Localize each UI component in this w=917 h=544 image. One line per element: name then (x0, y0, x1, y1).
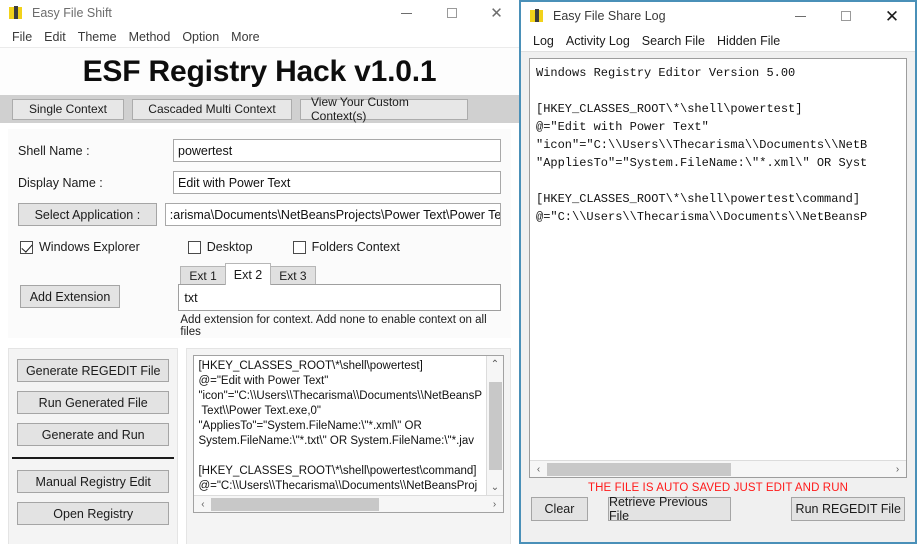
log-editor-text[interactable]: Windows Registry Editor Version 5.00 [HK… (530, 59, 906, 460)
button-divider (12, 457, 175, 459)
generate-and-run-button[interactable]: Generate and Run (17, 423, 170, 446)
screen: Easy File Shift ✕ File Edit Theme Method… (0, 0, 917, 544)
checkbox-desktop[interactable]: Desktop (187, 240, 253, 254)
log-horizontal-scrollbar[interactable]: ‹ › (530, 460, 906, 477)
page-title: ESF Registry Hack v1.0.1 (82, 54, 437, 88)
menu-file[interactable]: File (6, 29, 38, 45)
close-button[interactable]: ✕ (474, 0, 519, 26)
close-button[interactable]: ✕ (869, 2, 915, 30)
extension-left-col: Add Extension (18, 263, 178, 338)
run-generated-file-button[interactable]: Run Generated File (17, 391, 170, 414)
registry-preview-inner: [HKEY_CLASSES_ROOT\*\shell\powertest] @=… (194, 356, 503, 495)
context-checkboxes: Windows Explorer Desktop Folders Context (18, 233, 501, 261)
horizontal-scroll-thumb[interactable] (211, 497, 380, 511)
tab-cascaded-multi-context[interactable]: Cascaded Multi Context (132, 98, 292, 120)
right-titlebar: Easy File Share Log ✕ (521, 2, 915, 30)
app-icon (8, 5, 24, 21)
checkbox-desktop-label: Desktop (206, 240, 253, 254)
tab-ext-1[interactable]: Ext 1 (180, 266, 226, 285)
extension-right-col: Ext 1 Ext 2 Ext 3 txt Add extension for … (178, 263, 501, 338)
shell-name-label: Shell Name : (18, 143, 90, 158)
tab-ext-3[interactable]: Ext 3 (270, 266, 316, 285)
window-easy-file-shift: Easy File Shift ✕ File Edit Theme Method… (0, 0, 519, 544)
checkbox-windows-explorer-label: Windows Explorer (39, 240, 140, 254)
window-easy-file-share-log: Easy File Share Log ✕ Log Activity Log S… (519, 0, 917, 544)
display-name-row: Display Name : Edit with Power Text (18, 169, 501, 196)
scroll-up-arrow-icon[interactable]: ⌃ (487, 356, 504, 372)
scroll-left-arrow-icon[interactable]: ‹ (530, 461, 547, 478)
select-application-row: Select Application : :arisma\Documents\N… (18, 201, 501, 228)
open-registry-button[interactable]: Open Registry (17, 502, 170, 525)
registry-preview-wrap: [HKEY_CLASSES_ROOT\*\shell\powertest] @=… (186, 348, 511, 544)
extension-input[interactable]: txt (178, 284, 501, 311)
app-heading-area: ESF Registry Hack v1.0.1 (0, 48, 519, 95)
extension-hint-text: Add extension for context. Add none to e… (180, 314, 487, 338)
tab-single-context[interactable]: Single Context (12, 98, 124, 120)
preview-vertical-scrollbar[interactable]: ⌃ ⌄ (486, 356, 503, 495)
checkbox-icon-unchecked (292, 240, 306, 254)
left-window-body: ESF Registry Hack v1.0.1 Single Context … (0, 48, 519, 544)
right-window-body: Windows Registry Editor Version 5.00 [HK… (521, 52, 915, 542)
log-editor-inner: Windows Registry Editor Version 5.00 [HK… (530, 59, 906, 460)
tab-view-custom-contexts[interactable]: View Your Custom Context(s) (300, 95, 468, 123)
menu-edit[interactable]: Edit (38, 29, 72, 45)
checkbox-icon-checked (20, 240, 33, 254)
left-titlebar: Easy File Shift ✕ (0, 0, 519, 26)
checkbox-icon-unchecked (187, 240, 201, 254)
left-window-title: Easy File Shift (32, 6, 112, 20)
generate-regedit-file-button[interactable]: Generate REGEDIT File (17, 359, 170, 382)
log-editor-box: Windows Registry Editor Version 5.00 [HK… (529, 58, 907, 478)
preview-horizontal-scrollbar[interactable]: ‹ › (194, 495, 503, 512)
checkbox-folders-context-label: Folders Context (311, 240, 400, 254)
run-regedit-file-button[interactable]: Run REGEDIT File (791, 497, 905, 521)
registry-preview-box: [HKEY_CLASSES_ROOT\*\shell\powertest] @=… (193, 355, 504, 513)
action-button-column: Generate REGEDIT File Run Generated File… (8, 348, 179, 544)
application-path-input[interactable]: :arisma\Documents\NetBeansProjects\Power… (164, 203, 501, 226)
minimize-button[interactable] (777, 2, 823, 30)
scroll-down-arrow-icon[interactable]: ⌄ (487, 479, 504, 495)
left-window-controls: ✕ (384, 0, 519, 26)
select-application-button[interactable]: Select Application : (18, 203, 157, 226)
maximize-button[interactable] (823, 2, 869, 30)
menu-hidden-file[interactable]: Hidden File (711, 33, 786, 49)
minimize-button[interactable] (384, 0, 429, 26)
right-button-row: Clear Retrieve Previous File Run REGEDIT… (529, 495, 907, 523)
extension-tabs: Ext 1 Ext 2 Ext 3 (178, 263, 501, 285)
mode-tabstrip: Single Context Cascaded Multi Context Vi… (0, 95, 519, 123)
tab-ext-2[interactable]: Ext 2 (224, 263, 272, 285)
scroll-left-arrow-icon[interactable]: ‹ (194, 496, 211, 513)
extension-area: Add Extension Ext 1 Ext 2 Ext 3 txt Add … (18, 263, 501, 338)
manual-registry-edit-button[interactable]: Manual Registry Edit (17, 470, 170, 493)
menu-activity-log[interactable]: Activity Log (560, 33, 636, 49)
right-window-title: Easy File Share Log (553, 9, 666, 23)
app-icon (529, 8, 545, 24)
display-name-input[interactable]: Edit with Power Text (173, 171, 501, 194)
add-extension-button[interactable]: Add Extension (20, 285, 120, 308)
shell-name-row: Shell Name : powertest (18, 137, 501, 164)
menu-log[interactable]: Log (527, 33, 560, 49)
menu-method[interactable]: Method (123, 29, 177, 45)
menu-theme[interactable]: Theme (72, 29, 123, 45)
context-form-panel: Shell Name : powertest Display Name : Ed… (8, 129, 511, 338)
checkbox-folders-context[interactable]: Folders Context (292, 240, 400, 254)
horizontal-scroll-thumb[interactable] (547, 462, 731, 476)
vertical-scroll-thumb[interactable] (488, 382, 502, 470)
right-menubar: Log Activity Log Search File Hidden File (521, 30, 915, 52)
left-menubar: File Edit Theme Method Option More (0, 26, 519, 48)
retrieve-previous-file-button[interactable]: Retrieve Previous File (607, 495, 732, 523)
clear-button[interactable]: Clear (531, 497, 588, 521)
menu-more[interactable]: More (225, 29, 265, 45)
registry-preview-text[interactable]: [HKEY_CLASSES_ROOT\*\shell\powertest] @=… (194, 356, 486, 495)
right-window-controls: ✕ (777, 3, 915, 29)
checkbox-windows-explorer[interactable]: Windows Explorer (20, 240, 140, 254)
menu-option[interactable]: Option (176, 29, 225, 45)
shell-name-input[interactable]: powertest (173, 139, 501, 162)
scroll-right-arrow-icon[interactable]: › (486, 496, 503, 513)
display-name-label: Display Name : (18, 175, 103, 190)
maximize-button[interactable] (429, 0, 474, 26)
scroll-right-arrow-icon[interactable]: › (889, 461, 906, 478)
menu-search-file[interactable]: Search File (636, 33, 711, 49)
left-bottom-area: Generate REGEDIT File Run Generated File… (8, 348, 511, 544)
